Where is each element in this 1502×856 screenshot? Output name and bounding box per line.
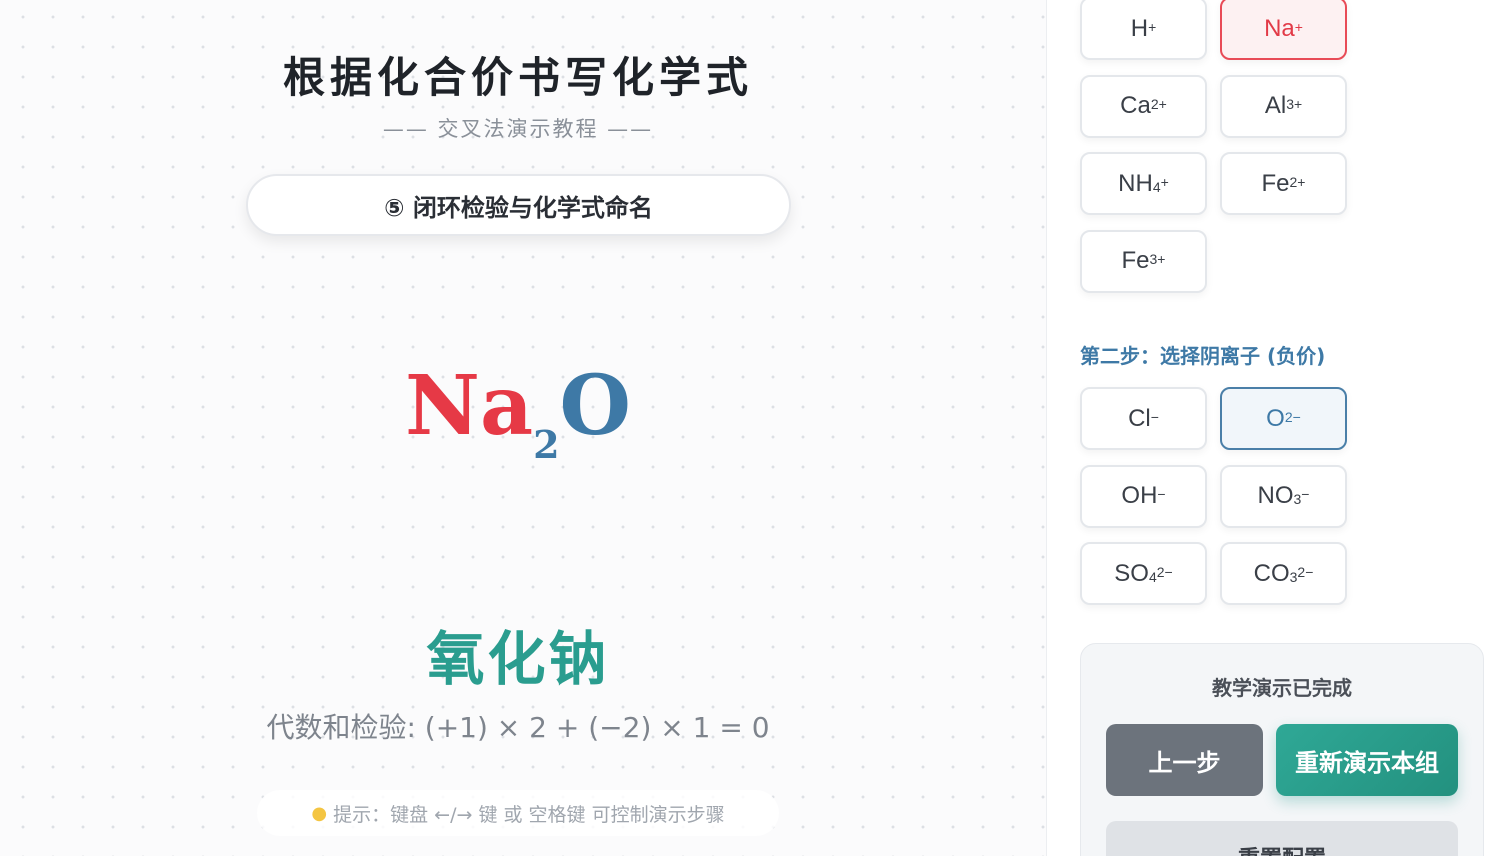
lightbulb-icon: ● xyxy=(311,802,328,824)
cation-symbol: Na xyxy=(1264,14,1295,42)
anion-symbol: NO xyxy=(1257,482,1294,509)
cation-button[interactable]: Fe 2+ xyxy=(1220,152,1347,215)
formula-anion: O xyxy=(559,358,631,454)
cation-button[interactable]: NH 4 + xyxy=(1080,152,1207,215)
cation-button[interactable]: Al 3+ xyxy=(1220,74,1347,138)
anion-button[interactable]: NO 3− xyxy=(1220,464,1347,528)
cation-button[interactable]: Fe 3+ xyxy=(1080,229,1207,293)
status-text: 教学演示已完成 xyxy=(1212,676,1352,700)
cation-symbol: Al xyxy=(1264,92,1287,119)
cation-symbol: NH xyxy=(1118,169,1153,197)
anion-symbol: SO xyxy=(1114,559,1149,587)
anion-symbol: OH xyxy=(1121,482,1158,509)
cation-button[interactable]: H + xyxy=(1080,0,1207,60)
charge-check: 代数和检验: (+1) × 2 + (−2) × 1 = 0 xyxy=(266,711,770,744)
compound-name: 氧化钠 xyxy=(426,625,610,693)
prev-step-button[interactable]: 上一步 xyxy=(1106,724,1263,796)
anion-section-label: 第二步：选择阴离子 (负价) xyxy=(1080,344,1326,368)
demo-stage: 根据化合价书写化学式 —— 交叉法演示教程 —— ⑤ 闭环检验与化学式命名 Na… xyxy=(0,0,1046,856)
anion-symbol: Cl xyxy=(1128,404,1151,432)
replay-button[interactable]: 重新演示本组 xyxy=(1276,724,1458,796)
anion-button[interactable]: O 2− xyxy=(1220,387,1347,450)
anion-symbol: CO xyxy=(1253,559,1290,587)
anion-button[interactable]: Cl − xyxy=(1080,387,1207,450)
cation-button[interactable]: Na + xyxy=(1220,0,1347,60)
cation-symbol: Fe xyxy=(1261,169,1290,197)
anion-button[interactable]: SO 4 2− xyxy=(1080,542,1207,605)
reset-button[interactable]: 重置配置 xyxy=(1106,821,1458,856)
anion-symbol: O xyxy=(1266,404,1285,432)
formula-subscript: 2 xyxy=(533,422,560,467)
page-title: 根据化合价书写化学式 xyxy=(282,53,753,102)
cation-button[interactable]: Ca 2+ xyxy=(1080,74,1207,138)
keyboard-hint: ● 提示：键盘 ←/→ 键 或 空格键 可控制演示步骤 xyxy=(257,790,779,836)
step-indicator: ⑤ 闭环检验与化学式命名 xyxy=(246,174,791,236)
cation-symbol: H xyxy=(1130,14,1149,42)
hint-text: 提示：键盘 ←/→ 键 或 空格键 可控制演示步骤 xyxy=(333,803,725,826)
anion-button[interactable]: CO 3 2− xyxy=(1220,542,1347,605)
anion-button[interactable]: OH − xyxy=(1080,464,1207,528)
formula-cation: Na xyxy=(405,358,534,454)
cation-symbol: Ca xyxy=(1120,92,1151,119)
cation-symbol: Fe xyxy=(1121,247,1150,274)
chemical-formula: Na2O xyxy=(0,365,1036,464)
page-subtitle: —— 交叉法演示教程 —— xyxy=(382,117,654,141)
